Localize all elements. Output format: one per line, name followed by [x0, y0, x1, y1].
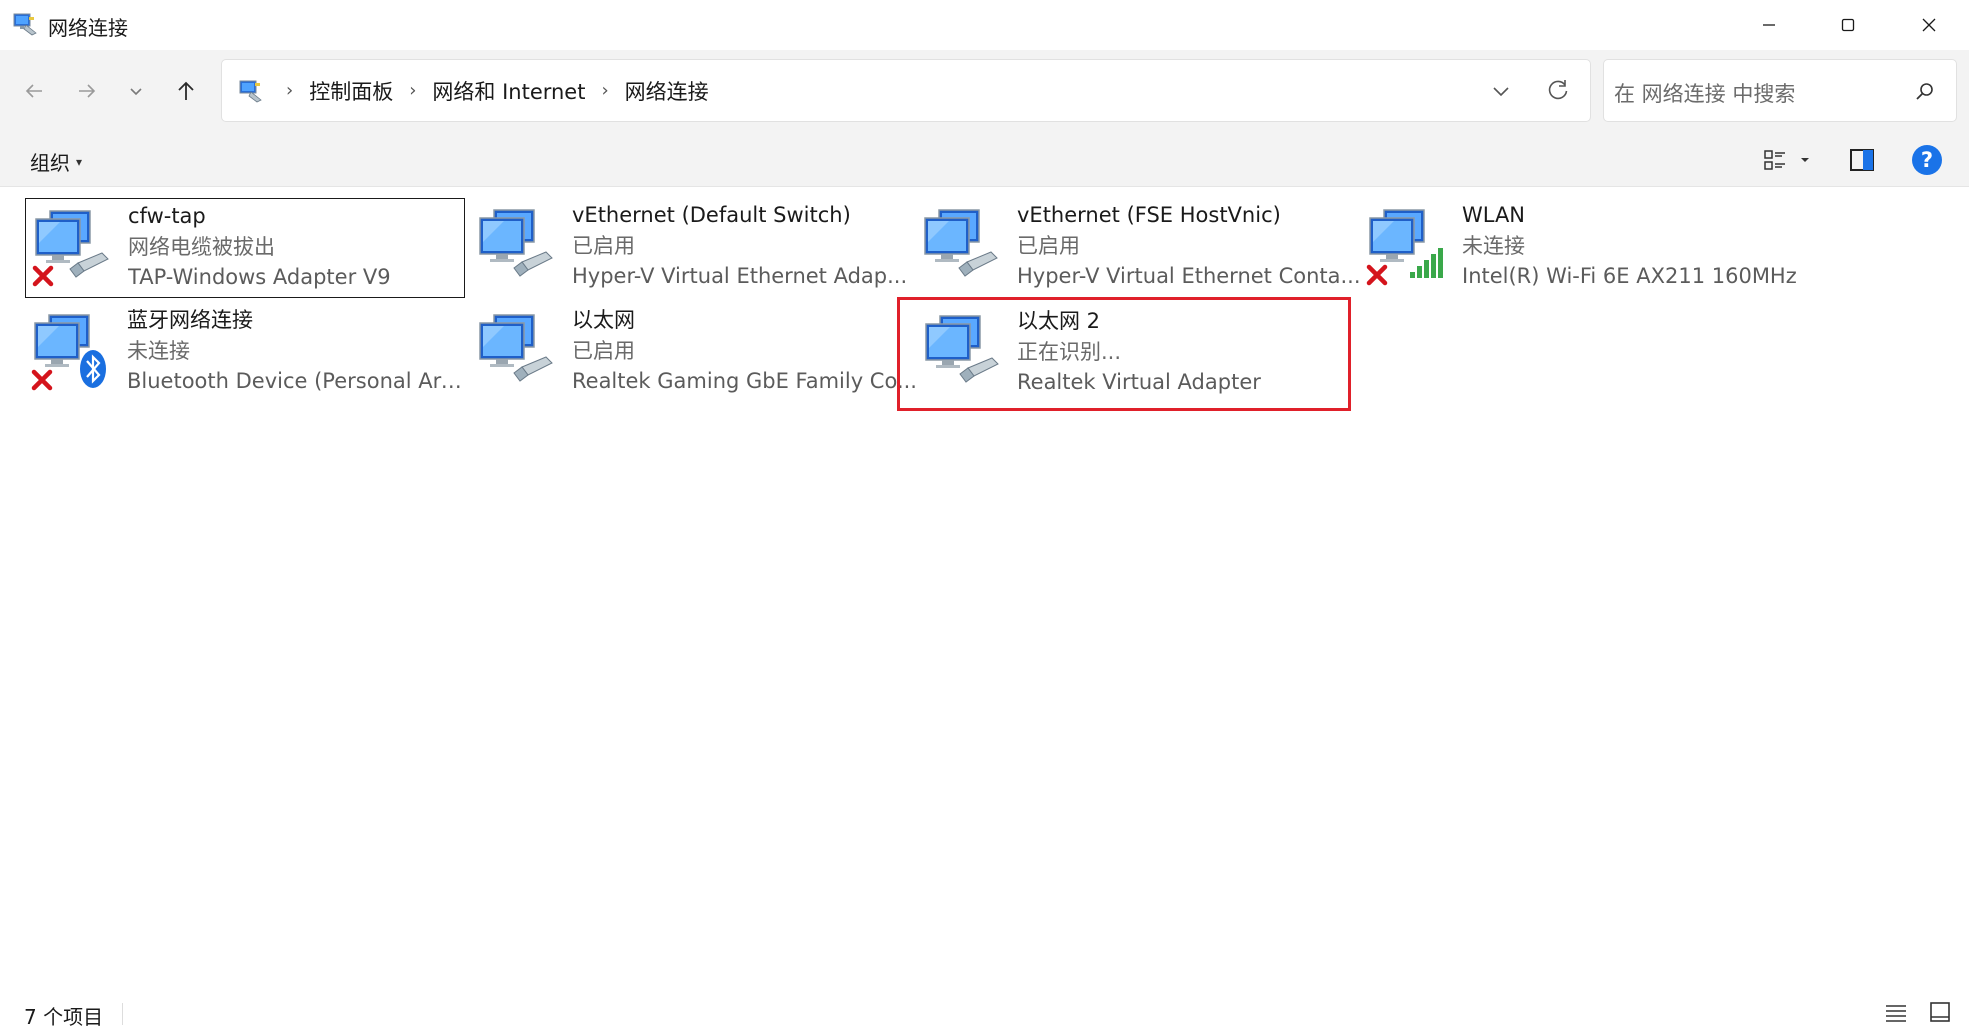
- connection-item-vethernet-default-switch[interactable]: vEthernet (Default Switch) 已启用 Hyper-V V…: [470, 198, 910, 298]
- connections-view: cfw-tap 网络电缆被拔出 TAP-Windows Adapter V9 v…: [0, 188, 1969, 988]
- back-button[interactable]: [12, 69, 56, 113]
- connection-name: vEthernet (Default Switch): [572, 203, 851, 227]
- connection-device: Hyper-V Virtual Ethernet Conta...: [1017, 264, 1361, 288]
- breadcrumb-separator[interactable]: ›: [409, 80, 416, 101]
- connection-item-vethernet-fse-hostvnic[interactable]: vEthernet (FSE HostVnic) 已启用 Hyper-V Vir…: [915, 198, 1361, 298]
- close-icon: [1922, 18, 1936, 32]
- view-options-icon: [1764, 150, 1785, 170]
- connection-name: 以太网: [572, 308, 635, 332]
- disconnected-x-icon: [32, 265, 54, 287]
- breadcrumb-network-internet[interactable]: 网络和 Internet: [430, 76, 587, 106]
- tiles-view-icon[interactable]: [1929, 1001, 1951, 1023]
- address-history-chevron-icon[interactable]: [1488, 78, 1514, 104]
- connection-device: Hyper-V Virtual Ethernet Adap...: [572, 264, 908, 288]
- organize-label: 组织: [30, 151, 70, 175]
- arrow-left-icon: [25, 84, 42, 98]
- status-divider: [122, 1003, 123, 1025]
- connection-item-ethernet[interactable]: 以太网 已启用 Realtek Gaming GbE Family Co...: [470, 303, 917, 403]
- help-button[interactable]: ?: [1912, 145, 1942, 175]
- minimize-icon: [1763, 24, 1775, 26]
- title-bar: 网络连接: [0, 0, 1969, 50]
- up-button[interactable]: [164, 69, 208, 113]
- minimize-button[interactable]: [1729, 0, 1809, 50]
- connection-name: WLAN: [1462, 203, 1526, 227]
- breadcrumb-network-connections[interactable]: 网络连接: [623, 76, 711, 106]
- connection-device: Intel(R) Wi-Fi 6E AX211 160MHz: [1462, 264, 1797, 288]
- item-count: 7 个项目: [24, 1005, 104, 1029]
- status-bar: 7 个项目: [0, 990, 1969, 1036]
- maximize-icon: [1841, 18, 1855, 32]
- organize-caret: ▾: [76, 154, 83, 169]
- connection-item-bluetooth[interactable]: 蓝牙网络连接 未连接 Bluetooth Device (Personal Ar…: [25, 303, 472, 403]
- navigation-bar: › 控制面板 › 网络和 Internet › 网络连接 在 网络连接 中搜索: [0, 50, 1969, 132]
- search-input[interactable]: 在 网络连接 中搜索: [1614, 78, 1795, 108]
- connection-item-cfw-tap[interactable]: cfw-tap 网络电缆被拔出 TAP-Windows Adapter V9: [25, 198, 465, 298]
- connection-status: 正在识别...: [1017, 340, 1122, 364]
- ethernet-adapter-icon: [479, 314, 553, 382]
- ethernet-adapter-icon: [924, 209, 998, 277]
- organize-menu-button[interactable]: 组织 ▾: [30, 147, 82, 176]
- connection-status: 未连接: [127, 339, 190, 363]
- search-icon[interactable]: [1914, 80, 1936, 102]
- connection-item-wlan[interactable]: WLAN 未连接 Intel(R) Wi-Fi 6E AX211 160MHz: [1360, 198, 1800, 298]
- connection-status: 已启用: [1017, 234, 1080, 258]
- network-connections-icon: [13, 13, 37, 36]
- connection-name: cfw-tap: [128, 204, 206, 228]
- connection-name: 以太网 2: [1017, 309, 1101, 333]
- connection-name: 蓝牙网络连接: [127, 308, 253, 332]
- maximize-button[interactable]: [1808, 0, 1888, 50]
- connection-device: Bluetooth Device (Personal Are...: [127, 369, 472, 393]
- connection-device: Realtek Gaming GbE Family Co...: [572, 369, 917, 393]
- preview-pane-icon[interactable]: [1848, 146, 1876, 174]
- network-folder-icon: [239, 80, 262, 103]
- details-view-icon[interactable]: [1884, 1002, 1908, 1024]
- connection-name: vEthernet (FSE HostVnic): [1017, 203, 1281, 227]
- breadcrumb-control-panel[interactable]: 控制面板: [307, 76, 395, 106]
- connection-item-ethernet-2[interactable]: 以太网 2 正在识别... Realtek Virtual Adapter: [897, 297, 1351, 411]
- refresh-icon[interactable]: [1544, 76, 1572, 104]
- close-button[interactable]: [1889, 0, 1969, 50]
- chevron-down-icon: [1801, 158, 1809, 162]
- connection-device: Realtek Virtual Adapter: [1017, 370, 1261, 394]
- disconnected-x-icon: [1366, 264, 1388, 286]
- arrow-up-icon: [178, 81, 194, 100]
- breadcrumb-separator[interactable]: ›: [286, 80, 293, 101]
- connection-status: 网络电缆被拔出: [128, 235, 275, 259]
- search-box[interactable]: 在 网络连接 中搜索: [1603, 59, 1957, 122]
- command-bar: 组织 ▾ ?: [0, 132, 1969, 187]
- change-view-button[interactable]: [1762, 146, 1822, 174]
- ethernet-adapter-icon: [925, 315, 999, 383]
- disconnected-x-icon: [31, 369, 53, 391]
- connection-status: 已启用: [572, 234, 635, 258]
- connection-status: 未连接: [1462, 234, 1525, 258]
- address-bar[interactable]: › 控制面板 › 网络和 Internet › 网络连接: [221, 59, 1591, 122]
- chevron-down-icon: [130, 88, 142, 96]
- recent-locations-button[interactable]: [114, 69, 158, 113]
- window-title: 网络连接: [48, 16, 128, 40]
- ethernet-adapter-icon: [479, 209, 553, 277]
- connection-status: 已启用: [572, 339, 635, 363]
- connection-device: TAP-Windows Adapter V9: [128, 265, 391, 289]
- forward-button[interactable]: [65, 69, 109, 113]
- arrow-right-icon: [79, 84, 96, 98]
- breadcrumb-separator[interactable]: ›: [601, 80, 608, 101]
- breadcrumb: › 控制面板 › 网络和 Internet › 网络连接: [272, 60, 711, 121]
